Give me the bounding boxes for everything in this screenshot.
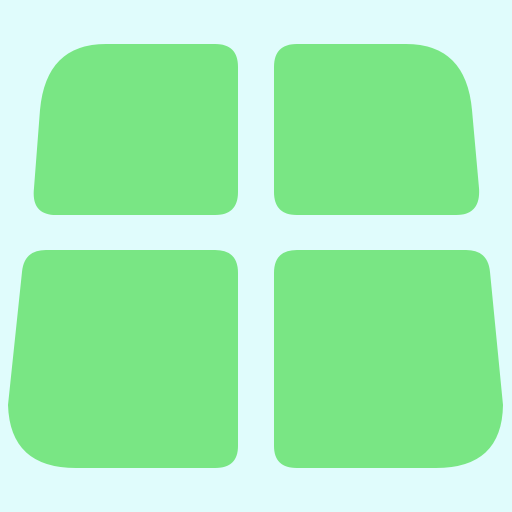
icon-canvas [0,0,512,512]
tile-top-left [33,44,238,215]
grid-icon [8,44,503,468]
tile-top-right [274,44,480,215]
tile-bottom-right [274,250,503,468]
tile-bottom-left [8,250,238,468]
